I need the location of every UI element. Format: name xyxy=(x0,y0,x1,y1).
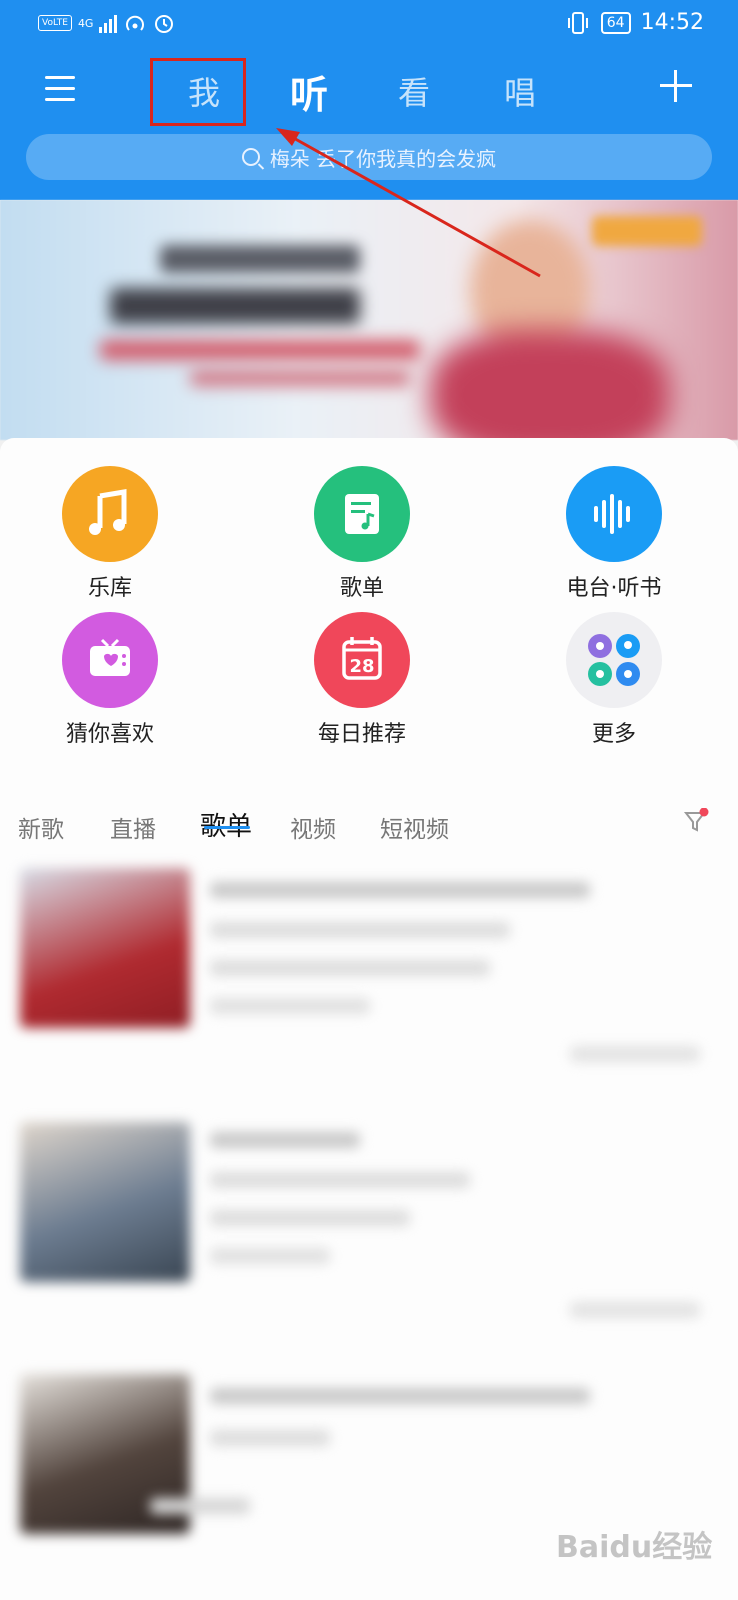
shortcut-label-radio: 电台·听书 xyxy=(566,576,662,601)
radio-heart-icon xyxy=(62,612,158,708)
list-item[interactable] xyxy=(0,1118,738,1348)
filter-icon[interactable] xyxy=(683,808,709,834)
tab-new-songs[interactable]: 新歌 xyxy=(18,810,64,844)
music-note-icon xyxy=(62,466,158,562)
playlist-icon xyxy=(314,466,410,562)
shortcut-label-guess: 猜你喜欢 xyxy=(65,722,154,747)
more-button[interactable] xyxy=(566,612,662,708)
tab-playlists[interactable]: 歌单 xyxy=(200,806,252,843)
tab-live[interactable]: 直播 xyxy=(110,810,156,844)
shortcut-label-daily: 每日推荐 xyxy=(317,722,406,747)
content-panel: 乐库 歌单 电台·听书 猜你喜欢 28 每日推荐 更多 新歌 直播 歌单 视频 … xyxy=(0,438,738,1600)
annotation-arrow xyxy=(276,128,541,278)
shortcut-label-music-library: 乐库 xyxy=(87,576,132,601)
playlist-button[interactable] xyxy=(314,466,410,562)
tab-videos[interactable]: 视频 xyxy=(290,810,336,844)
calendar-day: 28 xyxy=(349,656,375,677)
shortcut-label-playlist: 歌单 xyxy=(339,576,384,601)
music-library-button[interactable] xyxy=(62,466,158,562)
soundwave-icon xyxy=(566,466,662,562)
active-tab-underline xyxy=(204,826,250,829)
daily-recommend-button[interactable]: 28 xyxy=(314,612,410,708)
list-item[interactable] xyxy=(0,868,738,1098)
guess-you-like-button[interactable] xyxy=(62,612,158,708)
tab-short-videos[interactable]: 短视频 xyxy=(380,810,449,844)
radio-audiobook-button[interactable] xyxy=(566,466,662,562)
shortcut-label-more: 更多 xyxy=(591,722,636,747)
content-tabs: 新歌 直播 歌单 视频 短视频 xyxy=(0,802,738,852)
more-grid-icon xyxy=(566,612,662,708)
watermark: Baidu经验 xyxy=(556,1530,713,1565)
